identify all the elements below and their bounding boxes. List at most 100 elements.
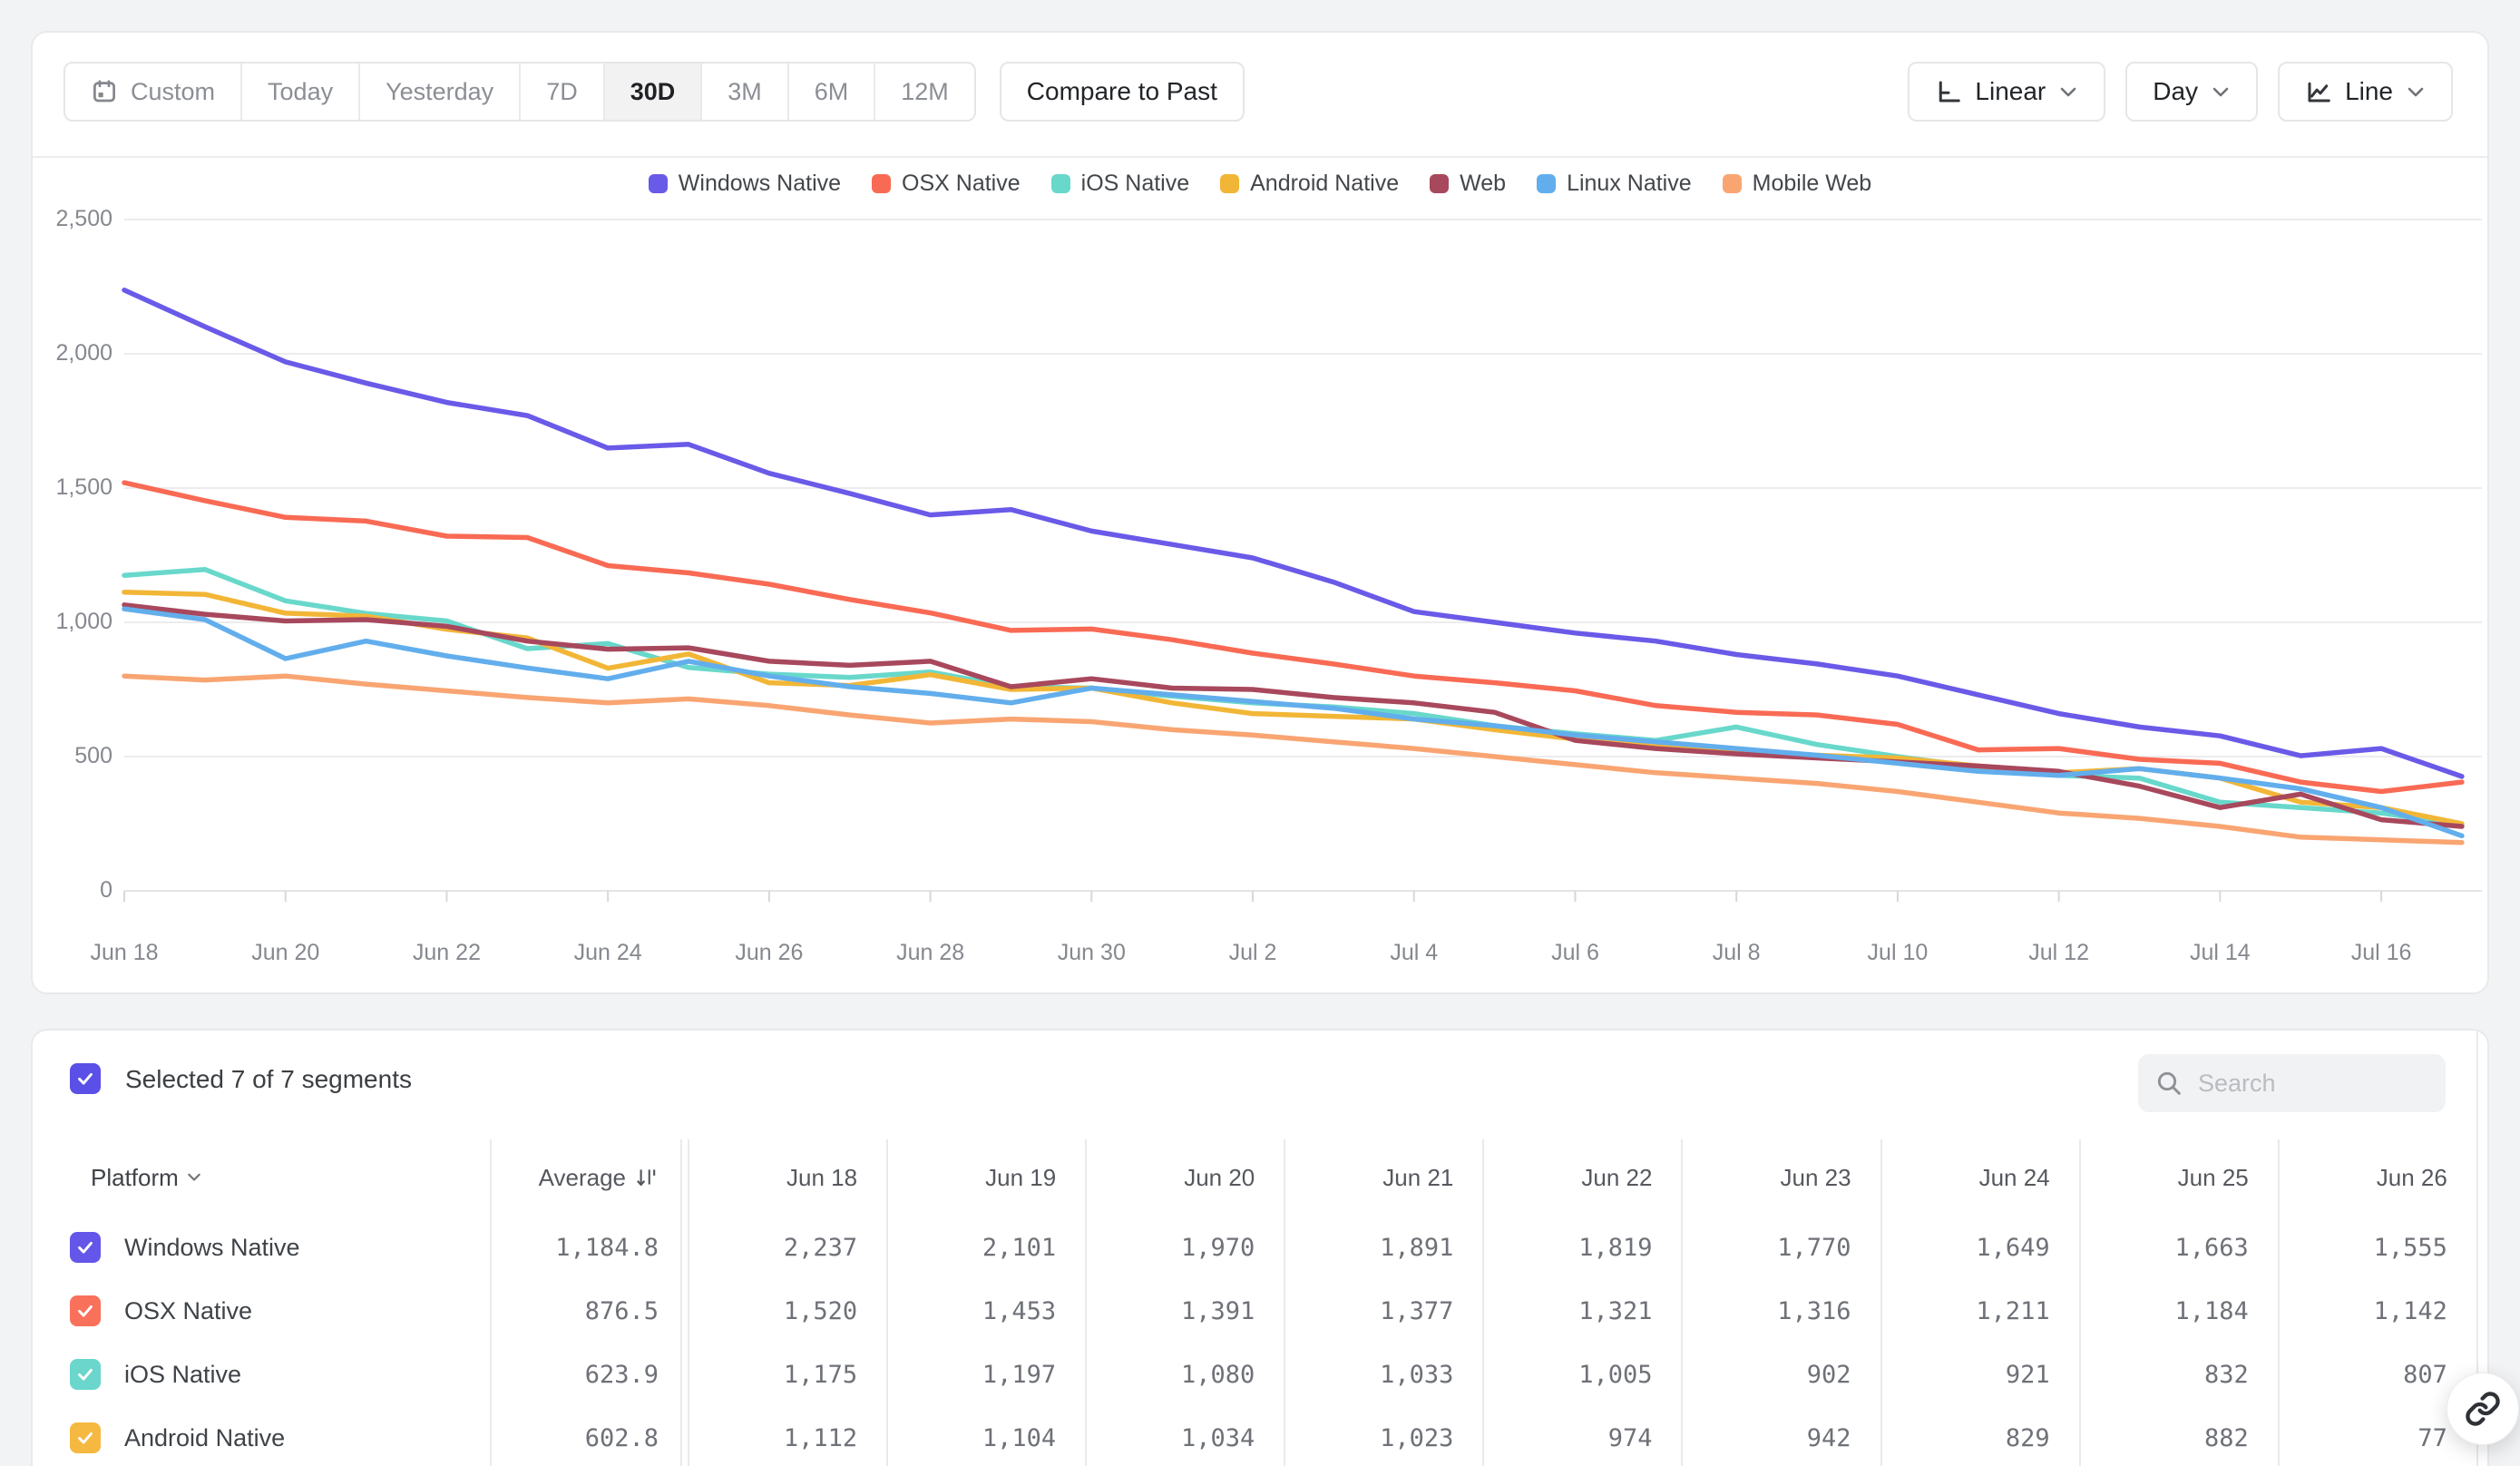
series-line-android-native	[124, 592, 2462, 824]
value-cell: 602.8	[490, 1406, 688, 1466]
value-cell: 1,104	[886, 1406, 1085, 1466]
y-axis-label: 2,000	[34, 340, 112, 366]
column-header-jun-19[interactable]: Jun 19	[886, 1139, 1085, 1216]
value-cell: 1,891	[1284, 1216, 1482, 1279]
value-cell: 1,175	[688, 1343, 886, 1406]
x-axis-label: Jun 26	[706, 940, 833, 966]
column-divider	[1482, 1139, 1484, 1466]
column-header-label: Jun 23	[1780, 1164, 1851, 1192]
platform-cell: Android Native	[33, 1406, 490, 1466]
segments-header: Selected 7 of 7 segments	[33, 1031, 2487, 1139]
value-cell: 1,005	[1482, 1343, 1681, 1406]
value-cell: 1,819	[1482, 1216, 1681, 1279]
column-header-label: Jun 20	[1184, 1164, 1255, 1192]
value-cell: 832	[2079, 1343, 2278, 1406]
check-icon	[75, 1364, 95, 1384]
table-row-ios-native: iOS Native623.91,1751,1971,0801,0331,005…	[33, 1343, 2476, 1406]
value-cell: 807	[2278, 1343, 2476, 1406]
search-box[interactable]	[2138, 1054, 2446, 1112]
value-cell: 1,184.8	[490, 1216, 688, 1279]
column-header-jun-21[interactable]: Jun 21	[1284, 1139, 1482, 1216]
platform-cell: iOS Native	[33, 1343, 490, 1406]
value-cell: 1,377	[1284, 1279, 1482, 1343]
x-axis-label: Jun 30	[1028, 940, 1155, 966]
select-all-checkbox[interactable]	[70, 1063, 101, 1094]
value-cell: 1,663	[2079, 1216, 2278, 1279]
column-header-label: Jun 26	[2377, 1164, 2447, 1192]
value-cell: 2,237	[688, 1216, 886, 1279]
value-cell: 1,321	[1482, 1279, 1681, 1343]
value-cell: 623.9	[490, 1343, 688, 1406]
column-header-label: Average	[539, 1164, 626, 1192]
column-header-average[interactable]: Average	[490, 1139, 688, 1216]
row-checkbox[interactable]	[70, 1422, 101, 1453]
x-axis-label: Jul 10	[1834, 940, 1961, 966]
segments-table-card: Selected 7 of 7 segments Platform Averag…	[31, 1029, 2489, 1466]
search-input[interactable]	[2198, 1070, 2398, 1098]
value-cell: 1,316	[1681, 1279, 1880, 1343]
check-icon	[75, 1428, 95, 1448]
value-cell: 1,034	[1085, 1406, 1284, 1466]
y-axis-label: 1,500	[34, 474, 112, 501]
value-cell: 1,184	[2079, 1279, 2278, 1343]
line-chart	[33, 33, 2491, 996]
column-divider	[2079, 1139, 2081, 1466]
platform-name: Windows Native	[124, 1234, 300, 1262]
value-cell: 1,391	[1085, 1279, 1284, 1343]
value-cell: 1,112	[688, 1406, 886, 1466]
y-axis-label: 0	[34, 877, 112, 904]
x-axis-label: Jul 4	[1351, 940, 1478, 966]
table-row-android-native: Android Native602.81,1121,1041,0341,0239…	[33, 1406, 2476, 1466]
row-checkbox[interactable]	[70, 1295, 101, 1326]
check-icon	[75, 1069, 95, 1089]
column-header-jun-23[interactable]: Jun 23	[1681, 1139, 1880, 1216]
value-cell: 974	[1482, 1406, 1681, 1466]
check-icon	[75, 1237, 95, 1257]
platform-cell: Windows Native	[33, 1216, 490, 1279]
value-cell: 1,453	[886, 1279, 1085, 1343]
search-icon	[2154, 1069, 2183, 1098]
series-line-mobile-web	[124, 676, 2462, 843]
column-header-jun-20[interactable]: Jun 20	[1085, 1139, 1284, 1216]
column-divider	[680, 1139, 682, 1466]
value-cell: 1,970	[1085, 1216, 1284, 1279]
y-axis-label: 1,000	[34, 609, 112, 635]
x-axis-label: Jul 2	[1189, 940, 1316, 966]
x-axis-label: Jul 8	[1673, 940, 1800, 966]
value-cell: 1,033	[1284, 1343, 1482, 1406]
share-link-button[interactable]	[2447, 1373, 2519, 1445]
column-divider	[1681, 1139, 1683, 1466]
column-divider	[2278, 1139, 2280, 1466]
row-checkbox[interactable]	[70, 1359, 101, 1390]
value-cell: 876.5	[490, 1279, 688, 1343]
column-header-jun-18[interactable]: Jun 18	[688, 1139, 886, 1216]
value-cell: 829	[1880, 1406, 2079, 1466]
platform-header-label: Platform	[91, 1164, 179, 1192]
column-header-jun-26[interactable]: Jun 26	[2278, 1139, 2476, 1216]
value-cell: 1,555	[2278, 1216, 2476, 1279]
value-cell: 1,211	[1880, 1279, 2079, 1343]
table-body: Windows Native1,184.82,2372,1011,9701,89…	[33, 1216, 2476, 1466]
column-header-label: Jun 19	[985, 1164, 1056, 1192]
x-axis-label: Jun 24	[544, 940, 671, 966]
row-checkbox[interactable]	[70, 1232, 101, 1263]
series-line-ios-native	[124, 570, 2462, 826]
column-header-jun-22[interactable]: Jun 22	[1482, 1139, 1681, 1216]
column-header-jun-24[interactable]: Jun 24	[1880, 1139, 2079, 1216]
value-cell: 882	[2079, 1406, 2278, 1466]
x-axis-label: Jun 22	[383, 940, 510, 966]
table-row-windows-native: Windows Native1,184.82,2372,1011,9701,89…	[33, 1216, 2476, 1279]
column-divider	[490, 1139, 492, 1466]
value-cell: 1,023	[1284, 1406, 1482, 1466]
x-axis-label: Jul 6	[1511, 940, 1638, 966]
value-cell: 1,080	[1085, 1343, 1284, 1406]
platform-column-header[interactable]: Platform	[33, 1139, 490, 1216]
column-header-jun-25[interactable]: Jun 25	[2079, 1139, 2278, 1216]
column-header-label: Jun 22	[1581, 1164, 1652, 1192]
platform-name: iOS Native	[124, 1361, 241, 1389]
table-row-osx-native: OSX Native876.51,5201,4531,3911,3771,321…	[33, 1279, 2476, 1343]
chevron-down-icon	[186, 1172, 202, 1183]
column-header-label: Jun 21	[1382, 1164, 1453, 1192]
column-divider	[1085, 1139, 1087, 1466]
x-axis-label: Jul 16	[2318, 940, 2445, 966]
